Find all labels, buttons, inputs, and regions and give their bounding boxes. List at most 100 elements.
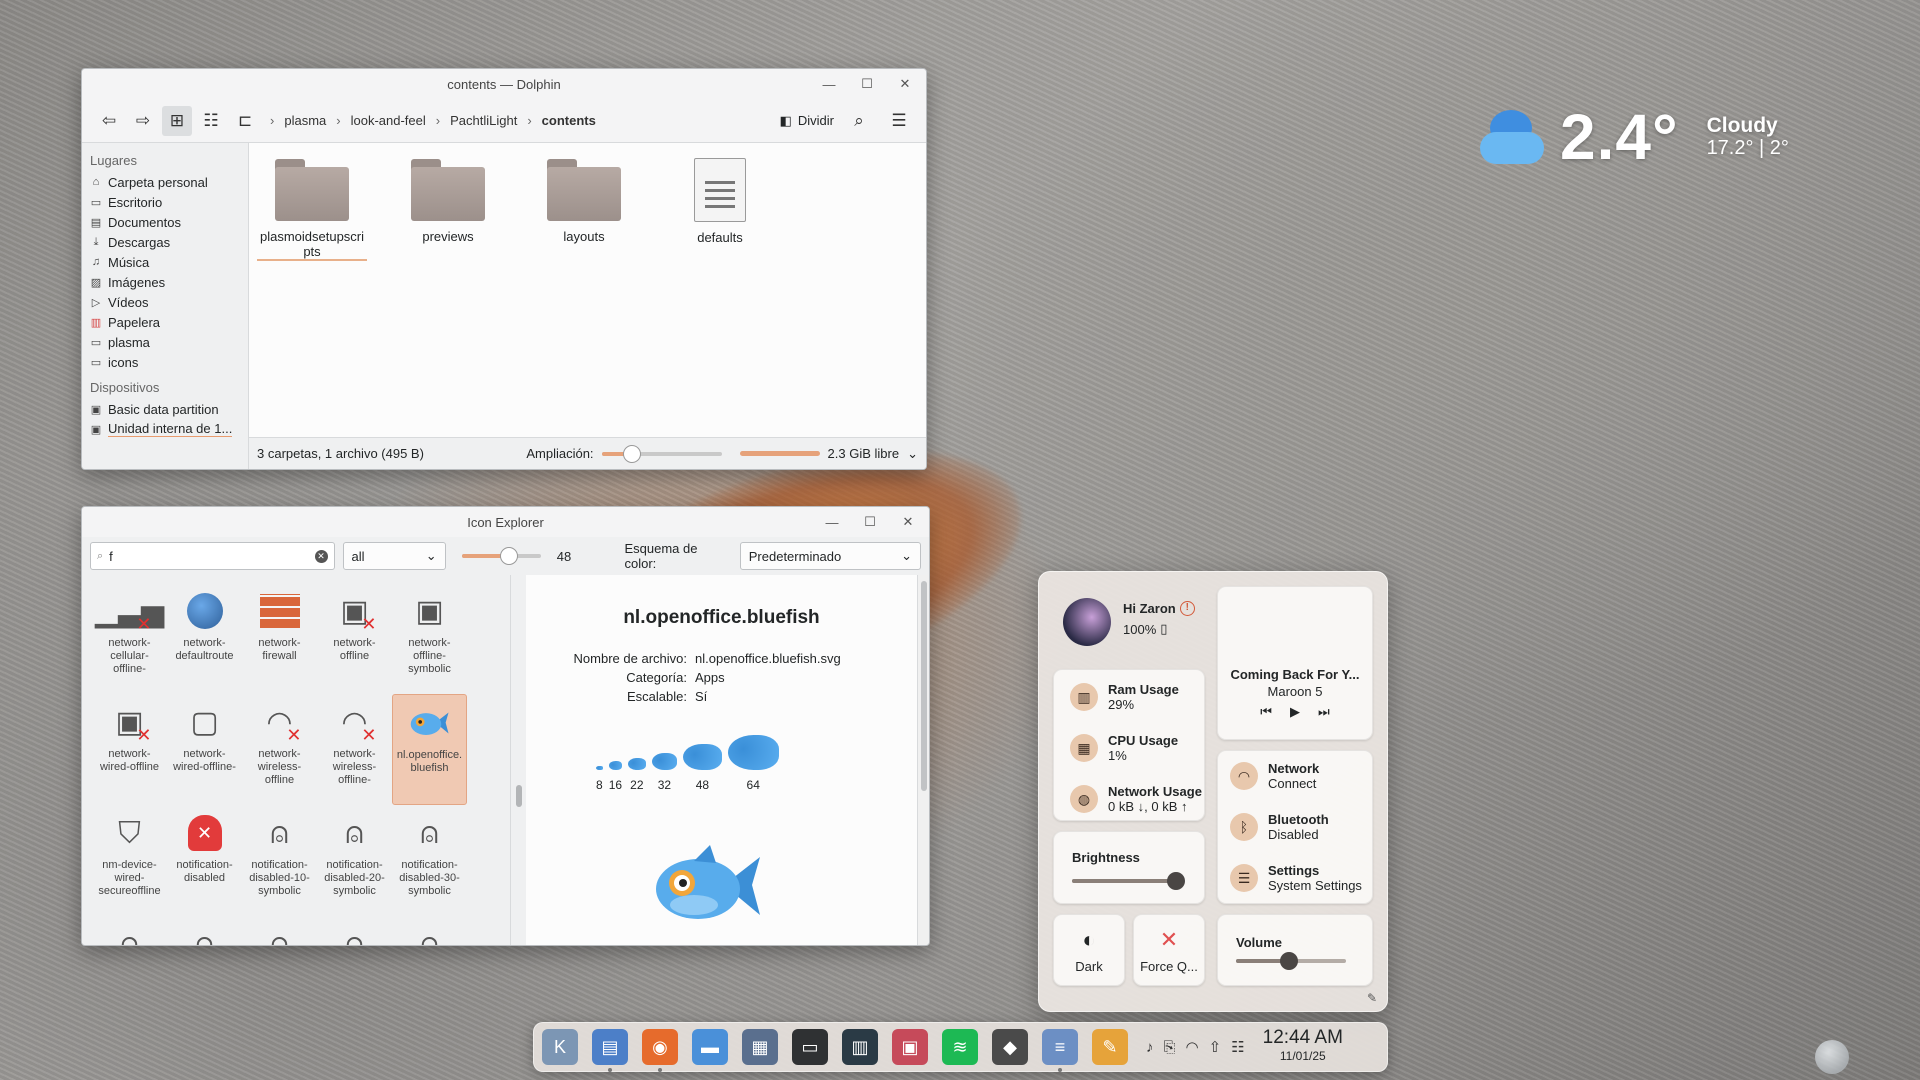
color-picker-icon[interactable]: ✎ <box>1092 1029 1128 1065</box>
avatar[interactable] <box>1063 598 1111 646</box>
breadcrumb-current[interactable]: contents <box>542 113 596 128</box>
icon-grid-item[interactable]: ⛉ nm-device-wired-secureoffline <box>92 805 167 916</box>
icon-grid-item[interactable]: ⍝ <box>392 916 467 945</box>
image-viewer-icon[interactable]: ▦ <box>742 1029 778 1065</box>
maximize-button[interactable]: ☐ <box>857 511 883 533</box>
updates-icon[interactable]: ⇧ <box>1209 1038 1222 1056</box>
details-view-button[interactable]: ☷ <box>196 106 226 136</box>
file-item[interactable]: plasmoidsetupscripts <box>257 155 367 261</box>
close-button[interactable]: ✕ <box>895 511 921 533</box>
force-quit-button[interactable]: ✕ Force Q... <box>1133 914 1205 986</box>
breadcrumb-item[interactable]: look-and-feel <box>351 113 426 128</box>
device-item[interactable]: ▣ Basic data partition <box>90 399 248 419</box>
clear-icon[interactable]: ✕ <box>314 549 328 563</box>
icon-explorer-titlebar[interactable]: Icon Explorer — ☐ ✕ <box>82 507 929 537</box>
warning-icon[interactable]: ! <box>1179 601 1195 616</box>
system-monitor-icon[interactable]: ▥ <box>842 1029 878 1065</box>
icon-grid-item[interactable]: network-firewall <box>242 583 317 694</box>
icon-grid-item[interactable]: ▢ network-wired-offline- <box>167 694 242 805</box>
settings-sliders-icon[interactable]: ☷ <box>1231 1038 1244 1056</box>
breadcrumb-item[interactable]: PachtliLight <box>450 113 517 128</box>
icon-grid-item[interactable]: ⍝ <box>242 916 317 945</box>
sidebar-item[interactable]: ⤓ Descargas <box>90 232 248 252</box>
icon-grid-item[interactable]: ▣ ✕ network-wired-offline <box>92 694 167 805</box>
volume-slider-handle[interactable] <box>1279 952 1298 970</box>
firefox-icon[interactable]: ◉ <box>642 1029 678 1072</box>
maximize-button[interactable]: ☐ <box>854 73 880 95</box>
play-icon[interactable]: ▶ <box>1290 704 1300 720</box>
size-slider[interactable] <box>461 547 541 565</box>
brightness-slider-handle[interactable] <box>1167 872 1185 890</box>
sidebar-item[interactable]: ▤ Documentos <box>90 212 248 232</box>
icon-grid-item[interactable]: ◠ ✕ network-wireless-offline <box>242 694 317 805</box>
split-tree-button[interactable]: ⊏ <box>230 106 260 136</box>
kde-launcher-icon[interactable]: K <box>542 1029 578 1065</box>
media-card[interactable]: Coming Back For Y... Maroon 5 ⏮ ▶ ⏭ <box>1217 586 1373 740</box>
volume-slider[interactable] <box>1236 952 1346 970</box>
icon-grid-item[interactable]: ▣ network-offline-symbolic <box>392 583 467 694</box>
system-stat[interactable]: ▦ CPU Usage 1% <box>1070 733 1178 763</box>
sidebar-item[interactable]: ♫ Música <box>90 252 248 272</box>
notes-icon[interactable]: ≡ <box>1042 1029 1078 1072</box>
icon-grid-item[interactable]: ⍝ notification-disabled-10-symbolic <box>242 805 317 916</box>
icon-grid-item[interactable]: ◠ ✕ network-wireless-offline- <box>317 694 392 805</box>
sidebar-item[interactable]: ▥ Papelera <box>90 312 248 332</box>
file-item[interactable]: defaults <box>665 155 775 261</box>
files-icon[interactable]: ▬ <box>692 1029 728 1065</box>
icon-grid-item[interactable]: ⍝ notification-disabled-20-symbolic <box>317 805 392 916</box>
scrollbar-thumb[interactable] <box>516 785 522 807</box>
edit-pencil-icon[interactable]: ✎ <box>1367 991 1377 1005</box>
icon-grid-item[interactable]: ⍝ <box>92 916 167 945</box>
icon-grid-item[interactable]: ✕ notification-disabled <box>167 805 242 916</box>
icon-grid-item[interactable]: nl.openoffice.bluefish <box>392 694 467 805</box>
previous-track-icon[interactable]: ⏮ <box>1260 704 1272 720</box>
free-space-text[interactable]: 2.3 GiB libre <box>828 446 900 461</box>
close-button[interactable]: ✕ <box>892 73 918 95</box>
category-select[interactable]: all ⌄ <box>342 542 446 570</box>
file-item[interactable]: previews <box>393 155 503 261</box>
sidebar-item[interactable]: ▭ icons <box>90 352 248 372</box>
file-item[interactable]: layouts <box>529 155 639 261</box>
spotify-icon[interactable]: ≋ <box>942 1029 978 1065</box>
detail-scrollbar[interactable] <box>917 575 929 945</box>
system-stat[interactable]: ◍ Network Usage 0 kB ↓, 0 kB ↑ <box>1070 784 1202 814</box>
sidebar-item[interactable]: ▭ plasma <box>90 332 248 352</box>
device-item[interactable]: ▣ Unidad interna de 1... <box>90 419 248 439</box>
icon-grid-item[interactable]: ▣ ✕ network-offline <box>317 583 392 694</box>
sidebar-item[interactable]: ▨ Imágenes <box>90 272 248 292</box>
search-input[interactable]: ⌕ f ✕ <box>90 542 335 570</box>
inkscape-icon[interactable]: ◆ <box>992 1029 1028 1065</box>
spreadsheet-icon[interactable]: ▣ <box>892 1029 928 1065</box>
file-view[interactable]: plasmoidsetupscripts previews layouts defau… <box>249 143 926 469</box>
icon-grid-item[interactable]: ⍝ <box>167 916 242 945</box>
sidebar-item[interactable]: ▷ Vídeos <box>90 292 248 312</box>
zoom-slider-handle[interactable] <box>622 444 641 463</box>
size-slider-handle[interactable] <box>500 547 519 565</box>
weather-widget[interactable]: 2.4° Cloudy 17.2° | 2° <box>1476 100 1789 174</box>
back-button[interactable]: ⇦ <box>94 106 124 136</box>
brightness-slider[interactable] <box>1072 872 1185 890</box>
breadcrumb-item[interactable]: plasma <box>284 113 326 128</box>
zoom-slider[interactable] <box>601 444 722 463</box>
toggle-settings[interactable]: ☰ Settings System Settings <box>1230 863 1362 893</box>
icon-grid-item[interactable]: network-defaultroute <box>167 583 242 694</box>
forward-button[interactable]: ⇨ <box>128 106 158 136</box>
minimize-button[interactable]: — <box>819 511 845 533</box>
clipboard-icon[interactable]: ⎘ <box>1164 1039 1176 1056</box>
dark-mode-button[interactable]: ◐ Dark <box>1053 914 1125 986</box>
wifi-icon[interactable]: ◠ <box>1186 1038 1199 1056</box>
icons-view-button[interactable]: ⊞ <box>162 105 192 136</box>
chevron-down-icon[interactable]: ⌄ <box>907 446 918 462</box>
dolphin-icon[interactable]: ▤ <box>592 1029 628 1072</box>
toggle-bluetooth[interactable]: ᛒ Bluetooth Disabled <box>1230 812 1329 842</box>
menu-button[interactable]: ☰ <box>884 106 914 136</box>
color-scheme-select[interactable]: Predeterminado ⌄ <box>739 542 922 570</box>
sidebar-item[interactable]: ⌂ Carpeta personal <box>90 172 248 192</box>
minimize-button[interactable]: — <box>816 73 842 95</box>
toggle-network[interactable]: ◠ Network Connect <box>1230 761 1319 791</box>
notification-bell-icon[interactable]: ♪ <box>1146 1039 1154 1056</box>
icon-grid-scrollbar[interactable] <box>510 575 526 945</box>
icon-grid-item[interactable]: ⍝ <box>317 916 392 945</box>
search-button[interactable]: ⌕ <box>844 106 874 136</box>
terminal-icon[interactable]: ▭ <box>792 1029 828 1065</box>
